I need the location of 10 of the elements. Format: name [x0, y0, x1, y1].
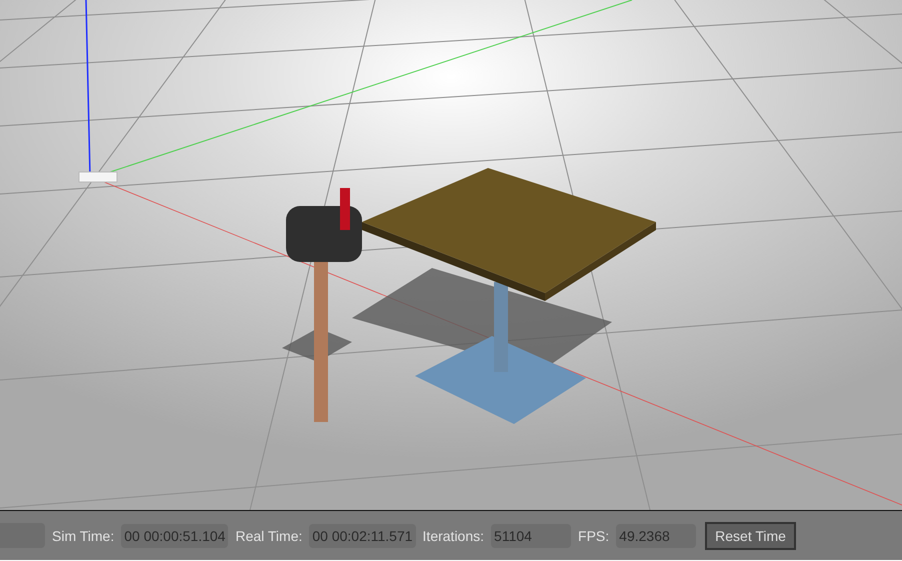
field-label: Sim Time: [52, 528, 114, 544]
field-label: Real Time: [235, 528, 302, 544]
camera-model [78, 172, 118, 182]
readout-field: 00 00:02:11.571 [309, 524, 416, 548]
field-label: FPS: [578, 528, 610, 544]
readout-field: 49.2368 [616, 524, 696, 548]
readout-field: 51104 [491, 524, 572, 548]
field-label: Iterations: [422, 528, 484, 544]
readout-field: 00 00:00:51.104 [121, 524, 228, 548]
reset-time-button[interactable]: Reset Time [705, 522, 796, 550]
